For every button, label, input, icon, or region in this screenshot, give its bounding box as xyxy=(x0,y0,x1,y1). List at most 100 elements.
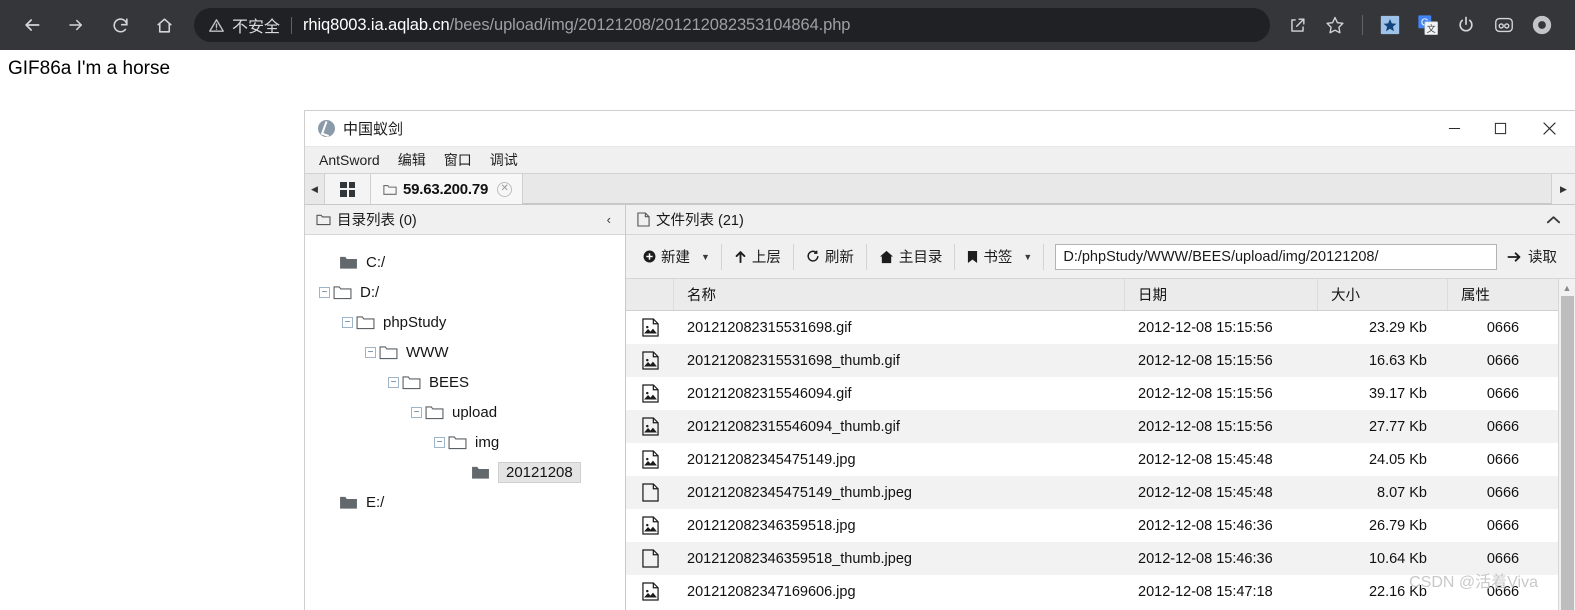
file-attr: 0666 xyxy=(1486,352,1520,369)
tab-scroll-left-icon[interactable]: ◀ xyxy=(305,174,325,204)
file-date: 2012-12-08 15:45:48 xyxy=(1138,484,1273,501)
new-button[interactable]: 新建 xyxy=(634,242,699,271)
tree-expander[interactable]: − xyxy=(365,346,376,358)
file-size: 22.16 Kb xyxy=(1368,583,1427,600)
file-table-header: 名称 日期 大小 属性 xyxy=(626,279,1558,311)
google-translate-icon[interactable]: G文 xyxy=(1411,8,1445,42)
path-input[interactable] xyxy=(1055,243,1497,270)
extension-icons: G文 xyxy=(1373,8,1575,42)
table-row[interactable]: 201212082346359518.jpg 2012-12-08 15:46:… xyxy=(626,509,1558,542)
image-file-icon xyxy=(626,516,674,535)
window-minimize-button[interactable] xyxy=(1431,111,1477,146)
home-directory-label: 主目录 xyxy=(898,250,943,266)
window-maximize-button[interactable] xyxy=(1477,111,1523,146)
bookmark-button[interactable]: 书签 xyxy=(958,242,1021,271)
table-row[interactable]: 201212082315546094_thumb.gif 2012-12-08 … xyxy=(626,410,1558,443)
tree-expander[interactable]: − xyxy=(342,316,353,328)
menu-antsword[interactable]: AntSword xyxy=(310,147,389,174)
forward-button[interactable] xyxy=(58,7,94,43)
file-name: 201212082346359518.jpg xyxy=(687,517,856,534)
page-body-text: GIF86a I'm a horse xyxy=(8,58,171,79)
file-attr: 0666 xyxy=(1486,451,1520,468)
lastpass-icon[interactable] xyxy=(1487,8,1521,42)
file-size: 39.17 Kb xyxy=(1368,385,1427,402)
table-row[interactable]: 201212082315546094.gif 2012-12-08 15:15:… xyxy=(626,377,1558,410)
folder-closed-icon xyxy=(339,255,358,270)
tree-item-www[interactable]: − WWW xyxy=(305,337,625,367)
tree-item-img[interactable]: − img xyxy=(305,427,625,457)
tree-item-bees[interactable]: − BEES xyxy=(305,367,625,397)
not-secure-label: 不安全 xyxy=(232,19,281,36)
reload-button[interactable] xyxy=(102,7,138,43)
column-header-attr[interactable]: 属性 xyxy=(1448,279,1558,310)
scrollbar-thumb[interactable] xyxy=(1560,296,1574,610)
table-row[interactable]: 201212082315531698.gif 2012-12-08 15:15:… xyxy=(626,311,1558,344)
tab-close-icon[interactable]: ✕ xyxy=(497,181,513,197)
power-icon[interactable] xyxy=(1449,8,1483,42)
table-row[interactable]: 201212082346359518_thumb.jpeg 2012-12-08… xyxy=(626,542,1558,575)
tree-item-c[interactable]: C:/ xyxy=(305,247,625,277)
tree-expander[interactable]: − xyxy=(434,436,445,448)
tree-item-20121208[interactable]: 20121208 xyxy=(305,457,625,487)
menu-debug[interactable]: 调试 xyxy=(481,147,527,174)
table-row[interactable]: 201212082345475149_thumb.jpeg 2012-12-08… xyxy=(626,476,1558,509)
tree-expander[interactable]: − xyxy=(388,376,399,388)
plus-circle-icon xyxy=(643,250,656,263)
folder-icon xyxy=(383,183,397,196)
menubar: AntSword 编辑 窗口 调试 xyxy=(305,146,1575,173)
new-button-label: 新建 xyxy=(661,250,690,266)
toolbar-divider xyxy=(792,243,794,270)
menu-edit[interactable]: 编辑 xyxy=(389,147,435,174)
tree-item-upload[interactable]: − upload xyxy=(305,397,625,427)
refresh-button[interactable]: 刷新 xyxy=(797,242,863,271)
home-button[interactable] xyxy=(146,7,182,43)
not-secure-warning-icon xyxy=(208,17,225,34)
file-size: 16.63 Kb xyxy=(1368,352,1427,369)
scroll-up-icon[interactable]: ▲ xyxy=(1563,279,1572,296)
tree-item-d[interactable]: − D:/ xyxy=(305,277,625,307)
tab-session[interactable]: 59.63.200.79 ✕ xyxy=(371,174,524,204)
apps-grid-button[interactable] xyxy=(325,174,371,204)
file-panel-header: 文件列表 (21) xyxy=(626,205,1575,235)
table-row[interactable]: 201212082315531698_thumb.gif 2012-12-08 … xyxy=(626,344,1558,377)
tree-expander[interactable]: − xyxy=(411,406,422,418)
column-header-date[interactable]: 日期 xyxy=(1125,279,1318,310)
column-header-name[interactable]: 名称 xyxy=(674,279,1125,310)
folder-open-icon xyxy=(356,315,375,330)
folder-closed-icon xyxy=(471,465,490,480)
new-dropdown-caret-icon[interactable]: ▼ xyxy=(699,252,718,262)
home-directory-button[interactable]: 主目录 xyxy=(870,242,952,271)
tree-expander[interactable]: − xyxy=(319,286,330,298)
file-list-scrollbar[interactable]: ▲ xyxy=(1558,279,1575,610)
bookmark-dropdown-caret-icon[interactable]: ▼ xyxy=(1021,252,1040,262)
address-bar[interactable]: 不安全 rhiq8003.ia.aqlab.cn/bees/upload/img… xyxy=(194,8,1270,42)
chevron-up-icon[interactable] xyxy=(1532,215,1575,225)
file-panel-title: 文件列表 (21) xyxy=(656,213,744,229)
url-text: rhiq8003.ia.aqlab.cn/bees/upload/img/201… xyxy=(303,16,850,35)
column-header-size[interactable]: 大小 xyxy=(1318,279,1448,310)
share-icon[interactable] xyxy=(1280,8,1314,42)
up-button[interactable]: 上层 xyxy=(725,242,790,271)
tree-item-e[interactable]: E:/ xyxy=(305,487,625,517)
image-file-icon xyxy=(626,417,674,436)
bookmark-star-icon[interactable] xyxy=(1318,8,1352,42)
tree-item-phpstudy[interactable]: − phpStudy xyxy=(305,307,625,337)
antsword-window: 中国蚁剑 AntSword 编辑 窗口 调试 ◀ 59.63.200.79 ✕ … xyxy=(304,110,1575,610)
table-row[interactable]: 201212082345475149.jpg 2012-12-08 15:45:… xyxy=(626,443,1558,476)
window-close-button[interactable] xyxy=(1523,111,1575,146)
table-row[interactable]: 201212082347169606.jpg 2012-12-08 15:47:… xyxy=(626,575,1558,608)
menu-window[interactable]: 窗口 xyxy=(435,147,481,174)
antsword-logo-icon xyxy=(318,120,335,137)
chevron-left-icon[interactable]: ‹ xyxy=(593,212,625,227)
profile-avatar-icon[interactable] xyxy=(1525,8,1559,42)
file-size: 26.79 Kb xyxy=(1368,517,1427,534)
file-table: 名称 日期 大小 属性 201212082315531698.gif 2012-… xyxy=(626,279,1558,610)
back-button[interactable] xyxy=(14,7,50,43)
tree-item-label: C:/ xyxy=(366,253,386,271)
tab-scroll-right-icon[interactable]: ▶ xyxy=(1551,174,1575,204)
blue-star-extension-icon[interactable] xyxy=(1373,8,1407,42)
tree-item-label: E:/ xyxy=(366,493,385,511)
file-date: 2012-12-08 15:15:56 xyxy=(1138,385,1273,402)
read-button[interactable]: 读取 xyxy=(1507,246,1567,267)
browser-actions: G文 xyxy=(1280,8,1575,42)
